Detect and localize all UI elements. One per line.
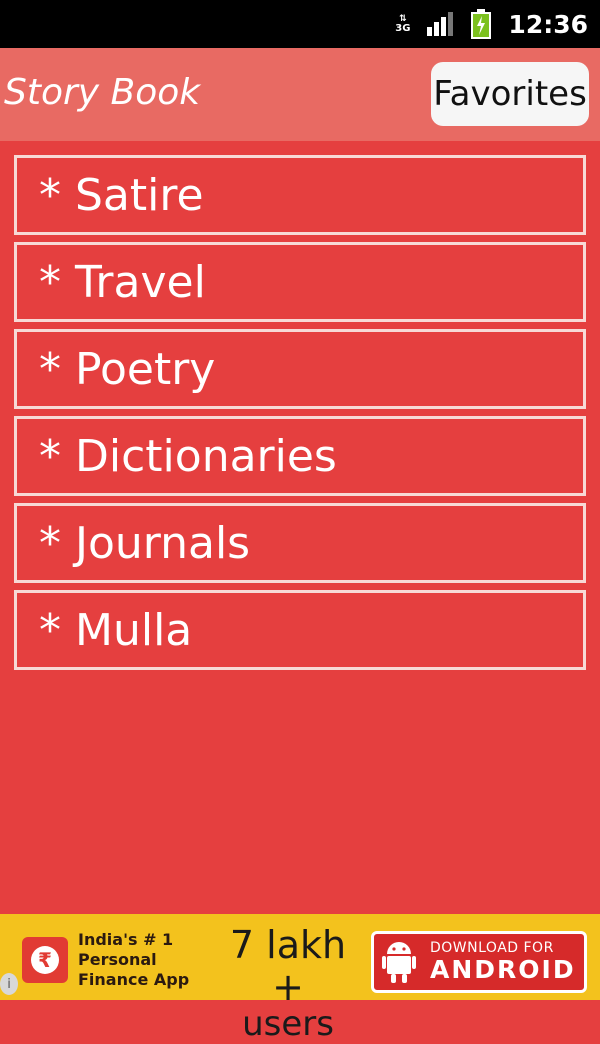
clock: 12:36 <box>508 9 588 39</box>
download-label-bottom: ANDROID <box>430 955 576 984</box>
list-item-satire[interactable]: * Satire <box>14 155 586 235</box>
app-header: Story Book Favorites <box>0 48 600 141</box>
bullet: * <box>39 604 61 656</box>
favorites-button[interactable]: Favorites <box>431 62 589 126</box>
signal-icon <box>426 11 454 37</box>
ad-tagline-line: Finance App <box>78 970 190 989</box>
ad-tagline-line: Personal <box>78 950 157 969</box>
battery-charging-icon <box>470 8 492 40</box>
ad-headline-unit: users <box>242 1004 334 1044</box>
download-label-top: DOWNLOAD FOR <box>430 940 554 956</box>
page-title: Story Book <box>4 72 201 113</box>
bullet: * <box>39 517 61 569</box>
category-list: * Satire * Travel * Poetry * Dictionarie… <box>14 155 586 677</box>
list-item-label: Mulla <box>75 604 193 656</box>
android-robot-icon <box>382 942 416 983</box>
bullet: * <box>39 430 61 482</box>
list-item-label: Poetry <box>75 343 216 395</box>
bullet: * <box>39 256 61 308</box>
list-item-mulla[interactable]: * Mulla <box>14 590 586 670</box>
network-3g-icon: ⇅ 3G <box>395 14 411 34</box>
list-item-travel[interactable]: * Travel <box>14 242 586 322</box>
ad-headline-count: 7 lakh + <box>229 923 347 1009</box>
list-item-journals[interactable]: * Journals <box>14 503 586 583</box>
list-item-label: Journals <box>75 517 251 569</box>
bullet: * <box>39 169 61 221</box>
ad-tagline-line: India's # 1 <box>78 930 174 949</box>
ad-tagline: India's # 1 Personal Finance App <box>78 930 208 990</box>
status-bar: ⇅ 3G 12:36 <box>0 0 600 48</box>
ad-headline: 7 lakh + users <box>208 923 368 1044</box>
ad-app-logo: ₹ <box>22 937 68 983</box>
list-item-label: Dictionaries <box>75 430 337 482</box>
rupee-icon: ₹ <box>31 946 59 974</box>
bullet: * <box>39 343 61 395</box>
list-item-dictionaries[interactable]: * Dictionaries <box>14 416 586 496</box>
list-item-poetry[interactable]: * Poetry <box>14 329 586 409</box>
info-icon[interactable]: i <box>0 973 18 995</box>
download-for-android-button[interactable]: DOWNLOAD FOR ANDROID <box>371 931 587 993</box>
list-item-label: Satire <box>75 169 204 221</box>
download-label: DOWNLOAD FOR ANDROID <box>430 940 576 984</box>
list-item-label: Travel <box>75 256 206 308</box>
